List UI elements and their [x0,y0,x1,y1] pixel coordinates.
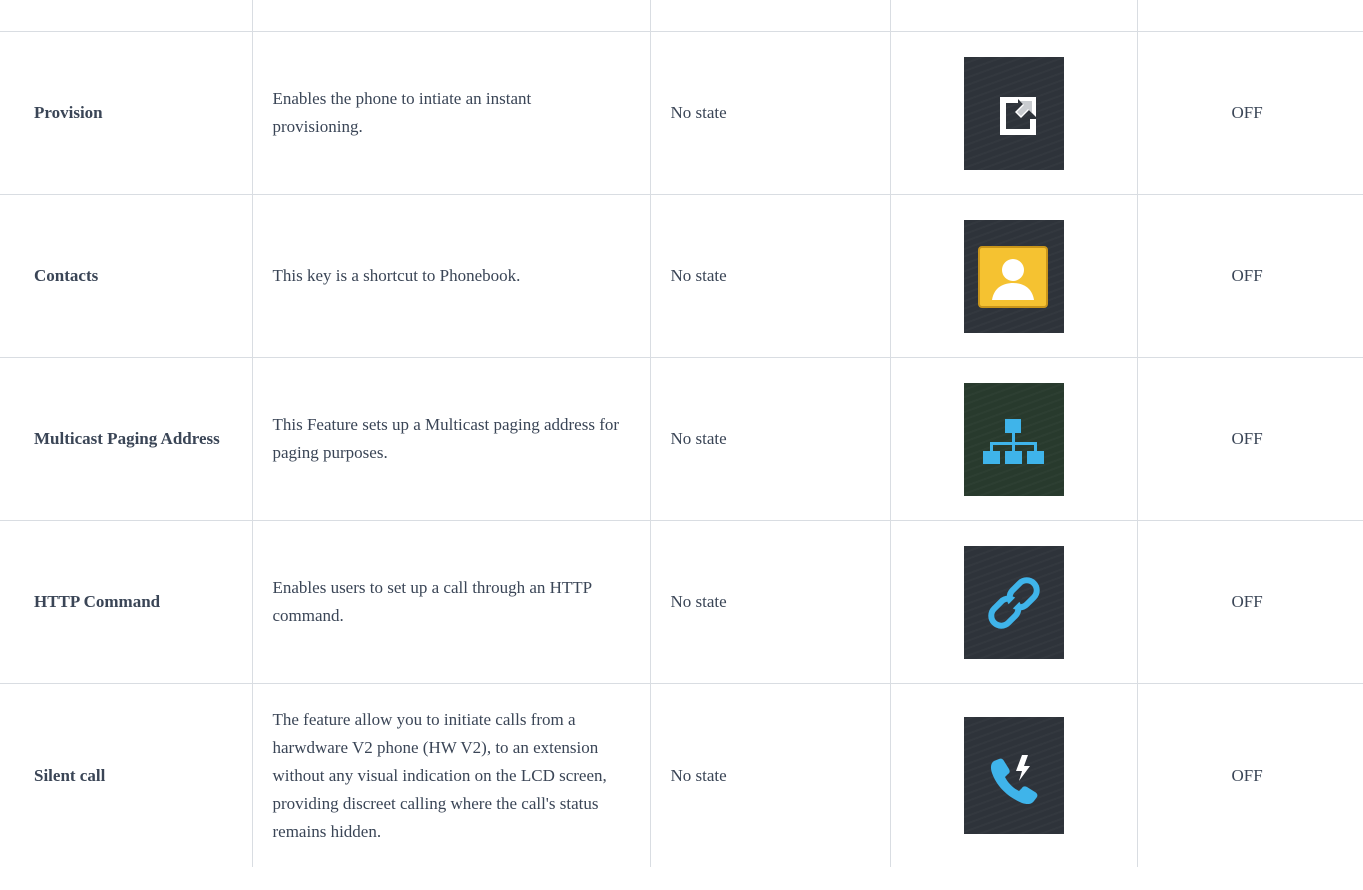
link-icon [963,545,1064,659]
contact-person-icon [963,219,1064,333]
key-description: This Feature sets up a Multicast paging … [251,357,651,521]
key-description: Enables the phone to intiate an instant … [251,31,651,195]
feature-table-container: Provision Enables the phone to intiate a… [0,0,1363,890]
programmable-keys-table: Provision Enables the phone to intiate a… [0,0,1363,867]
key-state: No state [649,683,891,867]
key-description: Enables users to set up a call through a… [251,520,651,684]
table-row-top-stub [0,0,1363,32]
key-name: Contacts [0,194,253,358]
table-row-http-command: HTTP Command Enables users to set up a c… [0,520,1363,684]
key-value: OFF [1136,520,1363,684]
key-icon-cell [889,520,1138,684]
key-icon-cell [889,683,1138,867]
table-row-provision: Provision Enables the phone to intiate a… [0,31,1363,195]
key-value: OFF [1136,31,1363,195]
key-name: Multicast Paging Address [0,357,253,521]
key-state: No state [649,520,891,684]
table-row-contacts: Contacts This key is a shortcut to Phone… [0,194,1363,358]
phone-flash-icon [963,717,1064,834]
external-link-icon [963,56,1064,170]
key-icon-cell [889,31,1138,195]
key-icon-cell [889,357,1138,521]
key-state: No state [649,31,891,195]
key-icon-cell [889,194,1138,358]
key-name: Silent call [0,683,253,867]
table-row-silent-call: Silent call The feature allow you to ini… [0,683,1363,867]
key-value: OFF [1136,357,1363,521]
key-name: Provision [0,31,253,195]
key-state: No state [649,357,891,521]
key-description: The feature allow you to initiate calls … [251,683,651,867]
key-description: This key is a shortcut to Phonebook. [251,194,651,358]
key-name: HTTP Command [0,520,253,684]
network-tree-icon [963,382,1064,496]
key-value: OFF [1136,683,1363,867]
key-value: OFF [1136,194,1363,358]
key-state: No state [649,194,891,358]
table-row-multicast-paging: Multicast Paging Address This Feature se… [0,357,1363,521]
